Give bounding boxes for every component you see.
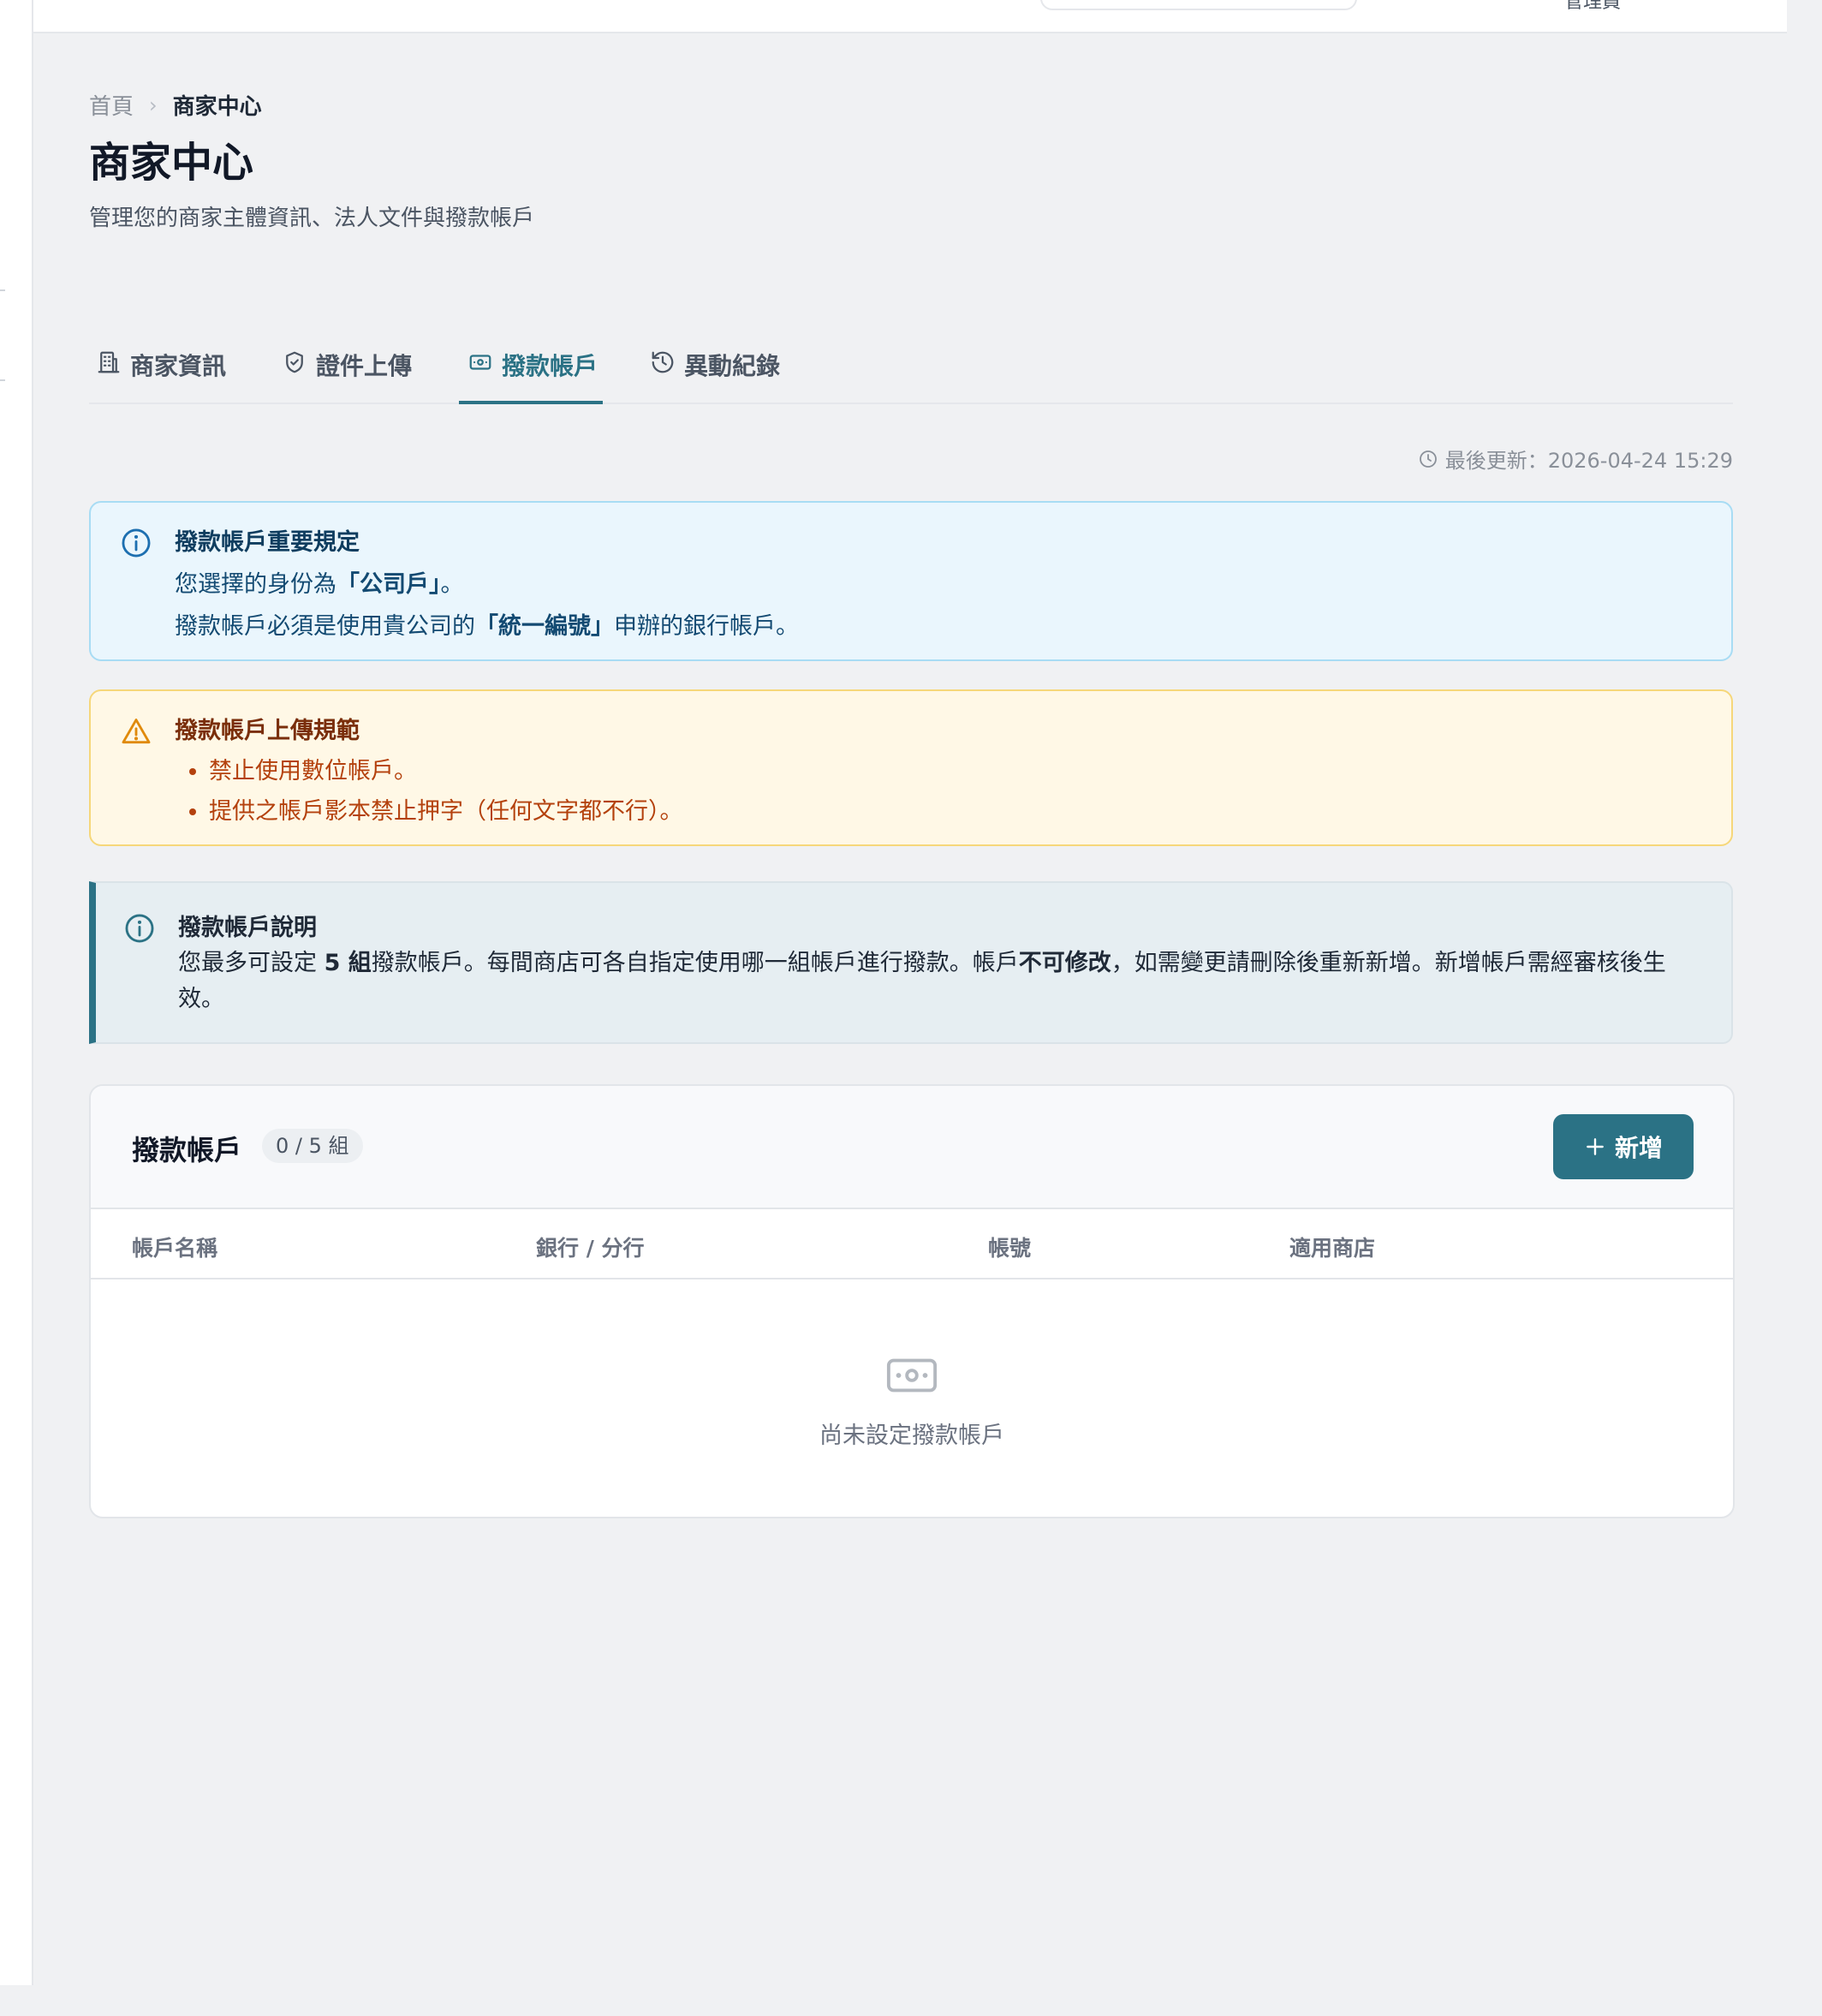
add-button-label: 新增 [1614, 1134, 1663, 1162]
card-title: 撥款帳戶 [132, 1134, 242, 1166]
alert-title: 撥款帳戶上傳規範 [175, 718, 360, 744]
building-icon [98, 351, 120, 373]
account-count-badge: 0 / 5 組 [262, 1129, 363, 1163]
banknote-icon [469, 355, 491, 370]
alert-text: 撥款帳戶。每間商店可各自指定使用哪一組帳戶進行撥款。帳戶 [371, 950, 1019, 976]
info-icon [122, 528, 151, 558]
tab-label: 證件上傳 [316, 352, 413, 380]
clock-icon [1419, 450, 1437, 468]
alert-body: 撥款帳戶重要規定 您選擇的身份為「公司戶」。 撥款帳戶必須是使用貴公司的「統一編… [175, 523, 799, 641]
last-updated: 最後更新：2026-04-24 15:29 [1418, 444, 1733, 474]
breadcrumb: 首頁 › 商家中心 [89, 89, 262, 121]
payout-accounts-card: 撥款帳戶 0 / 5 組 新增 帳戶名稱 銀行 / 分行 帳號 適用商店 尚未設… [89, 1084, 1735, 1518]
breadcrumb-home-link[interactable]: 首頁 [89, 89, 134, 121]
alert-title: 撥款帳戶重要規定 [175, 529, 360, 556]
tab-document-upload[interactable]: 證件上傳 [282, 334, 412, 403]
sidebar-edge [0, 0, 33, 1985]
list-item: 禁止使用數位帳戶。 [209, 752, 683, 785]
alert-emphasis: 不可修改 [1018, 950, 1111, 976]
alert-emphasis: 「統一編號」 [475, 613, 614, 640]
alert-line: 您選擇的身份為「公司戶」。 [175, 565, 799, 599]
alert-emphasis: 「公司戶」 [336, 571, 441, 598]
alert-text: 。 [440, 571, 464, 598]
rules-list: 禁止使用數位帳戶。 提供之帳戶影本禁止押字（任何文字都不行）。 [175, 752, 683, 826]
alert-text: 您選擇的身份為 [175, 571, 336, 598]
empty-state: 尚未設定撥款帳戶 [91, 1279, 1733, 1517]
last-updated-text: 最後更新：2026-04-24 15:29 [1444, 449, 1733, 473]
alert-title: 撥款帳戶說明 [178, 915, 317, 941]
alert-body: 撥款帳戶說明 您最多可設定 5 組撥款帳戶。每間商店可各自指定使用哪一組帳戶進行… [178, 909, 1702, 1017]
page-subtitle: 管理您的商家主體資訊、法人文件與撥款帳戶 [89, 206, 535, 231]
top-bar: 管理員 [33, 0, 1787, 33]
sidebar-divider [0, 379, 5, 381]
banknote-icon [886, 1358, 938, 1393]
shield-check-icon [286, 351, 303, 373]
alert-text: 申辦的銀行帳戶。 [614, 613, 799, 640]
column-header-bank-branch: 銀行 / 分行 [536, 1236, 645, 1261]
alert-text: 撥款帳戶必須是使用貴公司的 [175, 613, 475, 640]
alert-emphasis: 5 組 [324, 950, 372, 976]
column-header-account-number: 帳號 [988, 1236, 1032, 1261]
tab-bar: 商家資訊 證件上傳 撥款帳戶 異動紀錄 [89, 334, 1733, 404]
history-icon [652, 351, 674, 373]
add-account-button[interactable]: 新增 [1553, 1114, 1694, 1179]
tab-payout-accounts[interactable]: 撥款帳戶 [459, 334, 603, 404]
table-header: 帳戶名稱 銀行 / 分行 帳號 適用商店 [91, 1209, 1733, 1279]
search-input[interactable] [1040, 0, 1357, 10]
column-header-stores: 適用商店 [1289, 1236, 1376, 1261]
breadcrumb-current: 商家中心 [172, 94, 262, 120]
alert-line: 撥款帳戶必須是使用貴公司的「統一編號」申辦的銀行帳戶。 [175, 607, 799, 641]
upload-rules-alert: 撥款帳戶上傳規範 禁止使用數位帳戶。 提供之帳戶影本禁止押字（任何文字都不行）。 [89, 689, 1733, 846]
tab-label: 異動紀錄 [684, 352, 781, 380]
tab-merchant-info[interactable]: 商家資訊 [96, 334, 226, 403]
page-title: 商家中心 [89, 139, 254, 187]
card-header: 撥款帳戶 0 / 5 組 新增 [91, 1086, 1733, 1209]
tab-change-log[interactable]: 異動紀錄 [650, 334, 780, 403]
payout-description-note: 撥款帳戶說明 您最多可設定 5 組撥款帳戶。每間商店可各自指定使用哪一組帳戶進行… [89, 881, 1733, 1044]
list-item: 提供之帳戶影本禁止押字（任何文字都不行）。 [209, 792, 683, 826]
user-menu[interactable]: 管理員 [1564, 0, 1621, 14]
warning-triangle-icon [122, 719, 151, 744]
sidebar-divider [0, 289, 5, 291]
alert-body: 撥款帳戶上傳規範 禁止使用數位帳戶。 提供之帳戶影本禁止押字（任何文字都不行）。 [175, 712, 683, 826]
empty-state-text: 尚未設定撥款帳戶 [819, 1423, 1004, 1449]
tab-label: 撥款帳戶 [502, 352, 598, 380]
alert-text: 您最多可設定 [178, 950, 325, 976]
plus-icon [1587, 1138, 1604, 1155]
chevron-right-icon: › [149, 92, 158, 117]
tab-label: 商家資訊 [130, 352, 227, 380]
column-header-account-name: 帳戶名稱 [132, 1236, 218, 1261]
info-icon [125, 914, 154, 943]
payout-rules-alert: 撥款帳戶重要規定 您選擇的身份為「公司戶」。 撥款帳戶必須是使用貴公司的「統一編… [89, 501, 1733, 661]
alert-description: 您最多可設定 5 組撥款帳戶。每間商店可各自指定使用哪一組帳戶進行撥款。帳戶不可… [178, 945, 1702, 1017]
